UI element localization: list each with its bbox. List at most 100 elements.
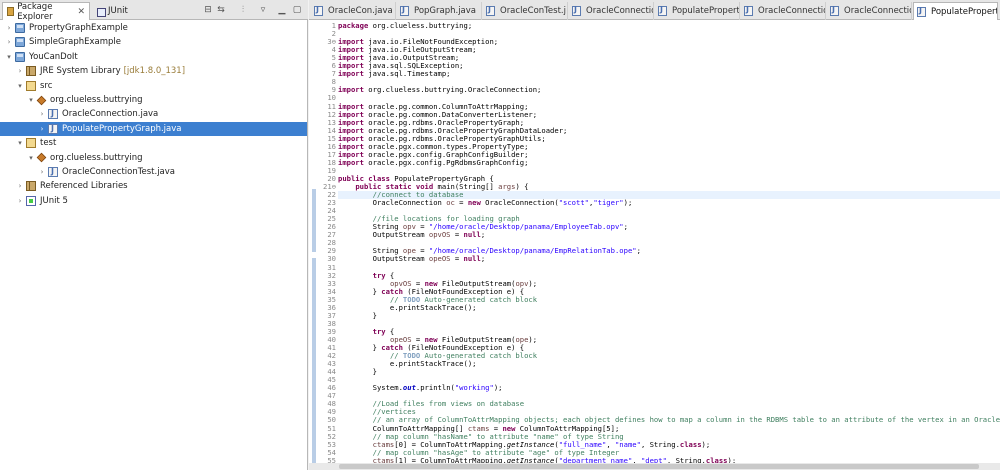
tree-item[interactable]: ▾ org.clueless.buttrying (0, 93, 307, 107)
editor-tab-label: OracleCon.java (328, 6, 393, 16)
editor-tab[interactable]: OracleCon.java (311, 2, 396, 20)
code-line[interactable]: e.printStackTrace(); (338, 303, 1000, 312)
tree-item[interactable]: ▾ org.clueless.buttrying (0, 151, 307, 165)
eclipse-window: Package Explorer ✕ JUnit ⊟ ⇆ ⫶ ▿ ▁ ▢ › Pr… (0, 0, 1000, 470)
java-file-icon (400, 5, 409, 16)
collapse-all-icon[interactable]: ⊟ (203, 5, 213, 15)
tree-item[interactable]: › PropertyGraphExample (0, 21, 307, 35)
tree-item-label: YouCanDoIt (29, 51, 78, 62)
editor-tab[interactable]: PopulatePropert (655, 2, 740, 20)
source-folder-icon (26, 138, 36, 149)
java-file-icon (572, 5, 581, 16)
tree-item-decoration: [jdk1.8.0_131] (123, 66, 186, 77)
code-line[interactable] (338, 320, 1000, 328)
tree-item-label: OracleConnection.java (62, 109, 159, 120)
tree-item[interactable]: › SimpleGraphExample (0, 35, 307, 49)
collapsed-chevron-icon[interactable]: › (5, 38, 13, 46)
collapsed-chevron-icon[interactable]: › (5, 24, 13, 32)
tree-item[interactable]: ▾ YouCanDoIt (0, 50, 307, 64)
link-with-editor-icon[interactable]: ⇆ (216, 5, 226, 15)
package-explorer-icon (7, 7, 15, 16)
java-file-icon (744, 5, 753, 16)
maximize-icon[interactable]: ▢ (292, 5, 302, 15)
source-folder-icon (26, 80, 36, 91)
editor-tab-label: PopulatePropert (931, 6, 998, 17)
tree-item-label: JUnit 5 (40, 195, 68, 206)
tree-item[interactable]: ▾ src (0, 79, 307, 93)
code-line[interactable]: OutputStream opeOS = null; (338, 255, 1000, 263)
editor-tab[interactable]: OracleConnectio (741, 2, 826, 20)
editor-tab-label: OracleConnectio (844, 6, 912, 16)
view-menu-icon[interactable]: ▿ (258, 5, 268, 15)
editor-tab[interactable]: OracleConnectio (569, 2, 654, 20)
expanded-chevron-icon[interactable]: ▾ (5, 53, 13, 61)
editor-tab-label: OracleConnectio (586, 6, 654, 16)
code-editor[interactable]: 1 package org.clueless.buttrying; 2 3⊖ impor… (309, 21, 1000, 470)
tree-item-label: Referenced Libraries (40, 181, 128, 192)
library-icon (26, 66, 36, 77)
code-line[interactable]: OutputStream opvOS = null; (338, 231, 1000, 239)
code-line[interactable]: //Load files from views on database (338, 400, 1000, 408)
tree-item[interactable]: › JRE System Library [jdk1.8.0_131] (0, 64, 307, 78)
java-file-icon (48, 167, 58, 177)
editor-tab[interactable]: OracleConnectio (827, 2, 912, 20)
java-file-icon (917, 6, 926, 17)
code-line[interactable]: OracleConnection oc = new OracleConnecti… (338, 199, 1000, 207)
editor-area: OracleCon.java PopGraph.java OracleConTest… (309, 0, 1000, 470)
java-file-icon (48, 109, 58, 120)
horizontal-scrollbar[interactable] (309, 463, 1000, 470)
tree-item[interactable]: › JUnit 5 (0, 194, 307, 208)
tree-item[interactable]: › OracleConnectionTest.java (0, 165, 307, 179)
code-line[interactable]: } (338, 368, 1000, 376)
editor-tab[interactable]: PopulatePropert (913, 2, 998, 20)
project-icon (15, 37, 25, 48)
code-line[interactable]: e.printStackTrace(); (338, 360, 1000, 368)
tree-item-label: src (40, 80, 53, 91)
code-line[interactable]: System.out.println("working"); (338, 384, 1000, 392)
filter-icon[interactable]: ⫶ (238, 5, 248, 15)
collapsed-chevron-icon[interactable]: › (16, 197, 24, 205)
close-icon[interactable]: ✕ (77, 7, 85, 17)
collapsed-chevron-icon[interactable]: › (38, 110, 46, 118)
collapsed-chevron-icon[interactable]: › (16, 67, 24, 75)
tab-package-explorer[interactable]: Package Explorer ✕ (2, 2, 90, 22)
tree-item[interactable]: › Referenced Libraries (0, 179, 307, 193)
project-icon (15, 51, 25, 62)
tree-item-label: org.clueless.buttrying (50, 152, 143, 163)
java-file-icon (314, 5, 323, 16)
code-line[interactable]: } (338, 311, 1000, 320)
library-icon (26, 181, 36, 192)
tree-item[interactable]: › PopulatePropertyGraph.java (0, 121, 307, 136)
tree-item-label: org.clueless.buttrying (50, 95, 143, 105)
package-icon (36, 152, 47, 163)
expanded-chevron-icon[interactable]: ▾ (27, 154, 35, 162)
code-line[interactable] (338, 264, 1000, 272)
code-line[interactable]: import java.sql.Timestamp; (338, 70, 1000, 78)
collapsed-chevron-icon[interactable]: › (38, 125, 46, 133)
junit-library-icon (26, 195, 36, 206)
code-line[interactable]: package org.clueless.buttrying; (338, 22, 1000, 30)
tree-item-label: PopulatePropertyGraph.java (62, 123, 182, 134)
tree-item-label: test (40, 138, 57, 149)
code-line[interactable]: import org.clueless.buttrying.OracleConn… (338, 86, 1000, 94)
editor-tab[interactable]: OracleConTest.j (483, 2, 568, 20)
tab-junit[interactable]: JUnit (92, 2, 142, 20)
code-line[interactable]: import oracle.pgx.config.PgRdbmsGraphCon… (338, 158, 1000, 167)
collapsed-chevron-icon[interactable]: › (16, 182, 24, 190)
tree-item[interactable]: › OracleConnection.java (0, 107, 307, 121)
expanded-chevron-icon[interactable]: ▾ (16, 139, 24, 147)
project-icon (15, 23, 25, 33)
expanded-chevron-icon[interactable]: ▾ (16, 82, 24, 90)
tab-junit-label: JUnit (108, 6, 128, 16)
editor-tabbar: OracleCon.java PopGraph.java OracleConTest… (309, 0, 1000, 20)
editor-tab-label: PopulatePropert (672, 6, 740, 16)
package-icon (36, 95, 47, 105)
java-file-icon (658, 5, 667, 16)
collapsed-chevron-icon[interactable]: › (38, 168, 46, 176)
minimize-icon[interactable]: ▁ (277, 5, 287, 15)
expanded-chevron-icon[interactable]: ▾ (27, 96, 35, 104)
tree-item[interactable]: ▾ test (0, 136, 307, 150)
tree-item-label: JRE System Library (40, 66, 121, 77)
editor-tab[interactable]: PopGraph.java (397, 2, 482, 20)
scrollbar-thumb[interactable] (339, 464, 979, 469)
